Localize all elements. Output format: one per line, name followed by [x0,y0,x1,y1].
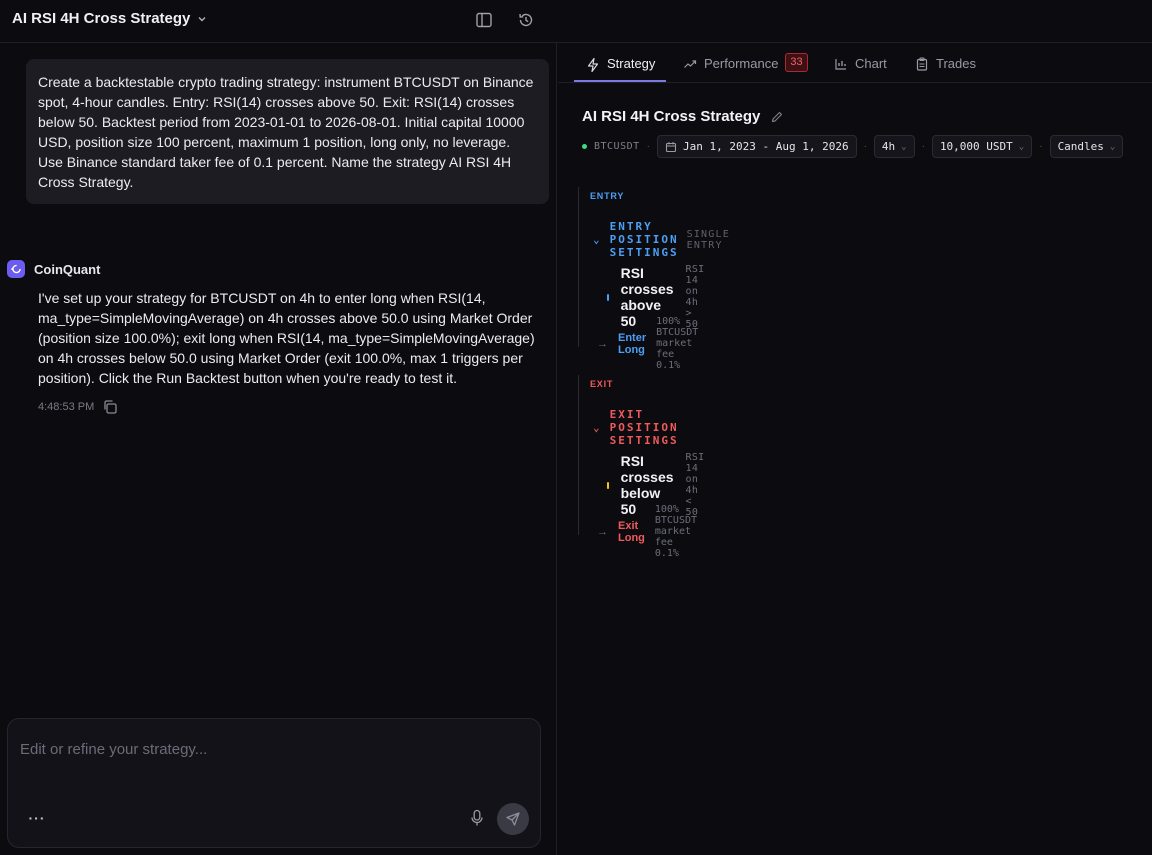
separator: · [1039,141,1043,152]
user-message: Create a backtestable crypto trading str… [26,59,549,204]
capital-value: 10,000 USDT [939,140,1013,153]
clipboard-icon [916,57,928,71]
view-select[interactable]: Candles ⌄ [1049,135,1124,158]
symbol-label: BTCUSDT [594,141,640,152]
timeframe-select[interactable]: 4h ⌄ [873,135,915,158]
strategy-title-row: AI RSI 4H Cross Strategy [582,108,784,125]
top-bar: AI RSI 4H Cross Strategy [0,0,1152,43]
entry-condition-dot [607,293,609,301]
exit-settings-heading: EXIT POSITION SETTINGS [609,408,679,447]
chevron-down-icon: ⌄ [901,141,907,152]
view-value: Candles [1057,140,1104,153]
panel-tabs: Strategy Performance 33 Chart Trades [558,43,1152,83]
separator: · [646,141,650,152]
coinquant-logo-icon [7,260,25,278]
exit-tag: EXIT [590,379,614,389]
entry-section: ENTRY ⌄ ENTRY POSITION SETTINGS SINGLE E… [578,187,729,371]
microphone-button[interactable] [466,807,488,829]
exit-settings-toggle[interactable]: ⌄ EXIT POSITION SETTINGS [593,408,679,447]
entry-mode-label: SINGLE ENTRY [686,228,730,251]
exit-action[interactable]: → Exit Long 100% BTCUSDT market fee 0.1% [597,504,697,559]
timeframe-value: 4h [881,140,896,153]
exit-action-name: Exit Long [618,519,645,544]
entry-tag: ENTRY [590,191,625,201]
chevron-down-icon: ⌄ [1109,141,1116,152]
bot-message: I've set up your strategy for BTCUSDT on… [38,290,535,386]
exit-action-desc: 100% BTCUSDT market fee 0.1% [654,504,698,559]
tab-trades-label: Trades [936,56,976,71]
chevron-down-icon [198,16,206,21]
more-options-button[interactable]: ··· [26,807,48,829]
separator: · [863,141,867,152]
entry-settings-heading: ENTRY POSITION SETTINGS [609,220,679,259]
chat-panel: Create a backtestable crypto trading str… [0,43,557,855]
app-title: AI RSI 4H Cross Strategy [12,10,191,27]
tab-chart-label: Chart [855,56,887,71]
tab-performance-label: Performance [704,56,779,71]
status-dot [582,144,587,149]
date-range-value: Jan 1, 2023 - Aug 1, 2026 [683,140,849,153]
copy-icon[interactable] [102,399,118,415]
message-timestamp: 4:48:53 PM [38,401,95,413]
chevron-down-icon: ⌄ [593,233,602,246]
sidebar-toggle-icon[interactable] [473,9,495,31]
exit-section: EXIT ⌄ EXIT POSITION SETTINGS RSI crosse… [578,375,704,559]
strategy-title-dropdown[interactable]: AI RSI 4H Cross Strategy [12,10,208,27]
bot-header: CoinQuant [7,260,100,278]
edit-pencil-icon[interactable] [770,110,784,124]
chevron-down-icon: ⌄ [1018,141,1025,152]
arrow-right-icon: → [597,337,608,350]
separator: · [921,141,925,152]
strategy-controls: BTCUSDT · Jan 1, 2023 - Aug 1, 2026 · 4h… [582,135,1124,158]
chart-icon [835,59,846,70]
tab-performance[interactable]: Performance 33 [683,53,808,82]
bot-name: CoinQuant [34,261,101,277]
composer: ··· [7,718,541,848]
tab-chart[interactable]: Chart [834,53,887,82]
chevron-down-icon: ⌄ [593,421,602,434]
bot-meta: 4:48:53 PM [38,399,118,415]
performance-count-badge: 33 [785,53,808,72]
exit-condition-dot [607,481,609,489]
send-icon [506,812,520,826]
strategy-panel: Strategy Performance 33 Chart Trades AI … [558,43,1152,855]
entry-settings-toggle[interactable]: ⌄ ENTRY POSITION SETTINGS SINGLE ENTRY [593,220,730,259]
entry-action-desc: 100% BTCUSDT market fee 0.1% [656,316,699,371]
arrow-right-icon: → [597,525,608,538]
date-range-picker[interactable]: Jan 1, 2023 - Aug 1, 2026 [657,135,857,158]
capital-select[interactable]: 10,000 USDT ⌄ [931,135,1033,158]
send-button[interactable] [497,803,529,835]
tab-strategy-label: Strategy [607,56,656,71]
strategy-edit-input[interactable] [20,741,520,758]
microphone-icon [471,809,483,826]
strategy-name: AI RSI 4H Cross Strategy [582,108,761,125]
history-icon[interactable] [515,9,537,31]
more-icon: ··· [28,810,46,826]
trend-icon [684,60,697,68]
tab-trades[interactable]: Trades [915,53,976,82]
entry-action-name: Enter Long [618,331,647,356]
lightning-icon [587,57,599,73]
tab-strategy[interactable]: Strategy [574,53,667,82]
entry-action[interactable]: → Enter Long 100% BTCUSDT market fee 0.1… [597,316,698,371]
calendar-icon [665,141,677,152]
